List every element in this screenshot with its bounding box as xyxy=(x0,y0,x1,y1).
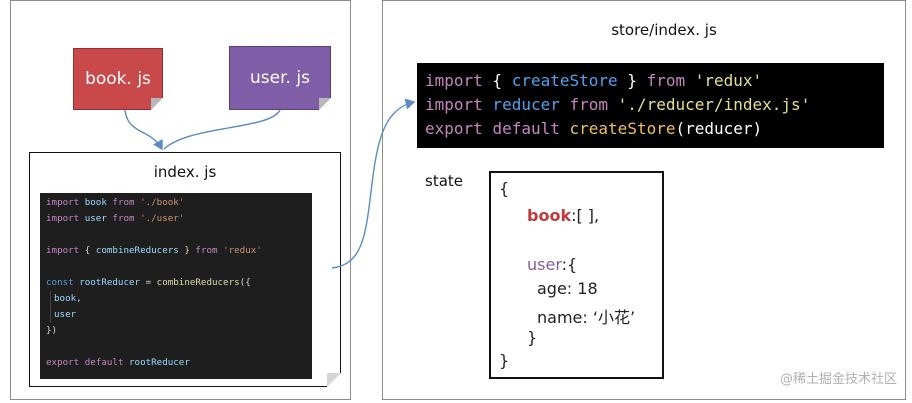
state-open-brace: { xyxy=(499,179,510,198)
index-js-document: index. js import book from './book' impor… xyxy=(29,152,341,387)
index-js-title: index. js xyxy=(153,163,217,181)
user-close-brace: } xyxy=(527,328,538,347)
state-close-brace: } xyxy=(499,351,510,370)
book-state-entry: book:[ ], xyxy=(527,206,599,225)
user-state-entry: user:{ xyxy=(527,255,577,274)
watermark: @稀土掘金技术社区 xyxy=(779,372,897,387)
user-js-note: user. js xyxy=(229,46,331,110)
code-line: import user from './user' xyxy=(46,213,185,224)
code-line: }) xyxy=(46,325,58,336)
user-value: :{ xyxy=(561,255,578,274)
code-line: const rootReducer = combineReducers({ xyxy=(46,277,251,288)
code-line: book, xyxy=(46,291,306,307)
user-js-label: user. js xyxy=(250,68,310,88)
store-code-block: import { createStore } from 'redux' impor… xyxy=(417,63,884,148)
note-fold xyxy=(151,98,163,110)
user-key: user xyxy=(527,255,562,274)
code-line: user xyxy=(46,307,306,323)
book-value: :[ ], xyxy=(571,206,600,225)
name-entry: name: ‘小花’ xyxy=(537,308,636,327)
book-js-label: book. js xyxy=(85,69,151,89)
book-js-note: book. js xyxy=(73,48,163,110)
book-key: book xyxy=(527,206,572,225)
code-line: import book from './book' xyxy=(46,197,185,208)
state-box: { book:[ ], user:{ age: 18 name: ‘小花’ } … xyxy=(489,171,664,379)
note-fold xyxy=(319,98,331,110)
code-line: export default rootReducer xyxy=(46,357,190,368)
right-panel: store/index. js import { createStore } f… xyxy=(382,0,906,400)
state-label: state xyxy=(425,172,463,190)
code-line: import { combineReducers } from 'redux' xyxy=(46,245,262,256)
code-line: export default createStore(reducer) xyxy=(425,119,763,138)
age-entry: age: 18 xyxy=(537,279,598,298)
code-line: import reducer from './reducer/index.js' xyxy=(425,95,811,114)
index-js-code-block: import book from './book' import user fro… xyxy=(40,193,312,379)
store-index-title: store/index. js xyxy=(611,21,717,39)
code-line: import { createStore } from 'redux' xyxy=(425,71,763,90)
left-panel: book. js user. js index. js import book … xyxy=(10,0,351,400)
page-curl xyxy=(327,373,341,387)
